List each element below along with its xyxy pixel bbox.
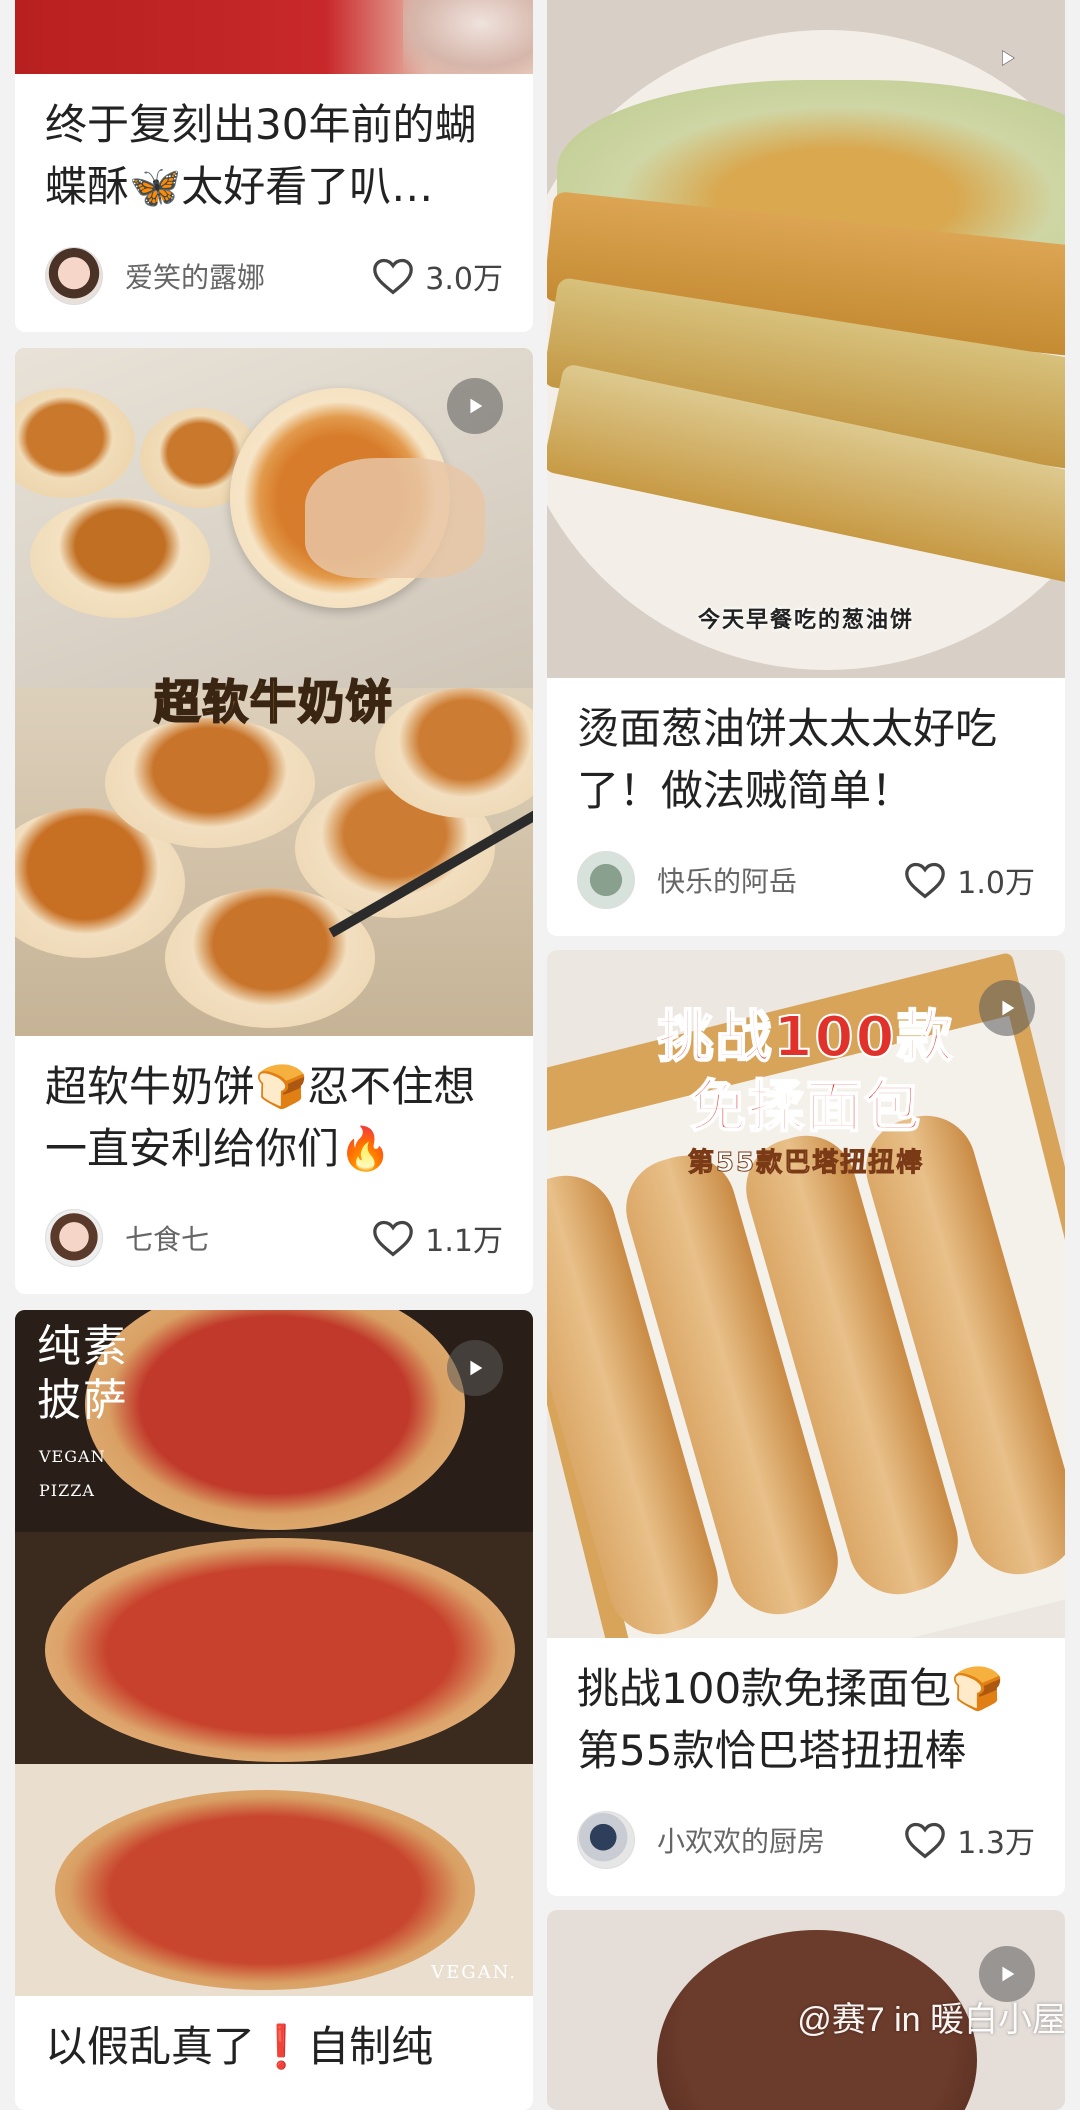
- cover-photo-detail: [403, 0, 533, 74]
- cover-subcaption: 第55款巴塔扭扭棒: [687, 1148, 925, 1179]
- like-count: 3.0万: [425, 262, 503, 297]
- bun-shape: [30, 498, 210, 618]
- play-button[interactable]: [447, 378, 503, 434]
- note-card[interactable]: 挑战100款 免揉面包 第55款巴塔扭扭棒 挑战100款免揉面包🍞第55款恰巴塔…: [547, 950, 1065, 1896]
- note-cover-image[interactable]: [15, 0, 533, 74]
- like-count: 1.3万: [957, 1826, 1035, 1861]
- note-card[interactable]: 超软牛奶饼 超软牛奶饼🍞忍不住想一直安利给你们🔥 七食七 1.1万: [15, 348, 533, 1294]
- like-button[interactable]: 3.0万: [371, 254, 503, 298]
- note-meta: 快乐的阿岳 1.0万: [577, 851, 1035, 909]
- play-button[interactable]: [979, 30, 1035, 86]
- author-name[interactable]: 小欢欢的厨房: [657, 1820, 903, 1860]
- note-meta: 小欢欢的厨房 1.3万: [577, 1811, 1035, 1869]
- avatar[interactable]: [45, 247, 103, 305]
- note-cover-image[interactable]: 纯素 披萨 VEGAN PIZZA VEGAN.: [15, 1310, 533, 1996]
- heart-outline-icon: [373, 1220, 414, 1257]
- avatar[interactable]: [577, 851, 635, 909]
- cover-caption: 超软牛奶饼: [153, 674, 394, 730]
- play-button[interactable]: [979, 980, 1035, 1036]
- play-icon: [470, 398, 483, 414]
- play-button[interactable]: [447, 1340, 503, 1396]
- like-button[interactable]: 1.1万: [371, 1216, 503, 1260]
- author-name[interactable]: 七食七: [125, 1218, 371, 1258]
- heart-outline-icon: [905, 862, 946, 899]
- pizza-shape: [55, 1790, 475, 1990]
- pizza-shape: [45, 1538, 515, 1762]
- avatar[interactable]: [45, 1209, 103, 1267]
- note-title[interactable]: 超软牛奶饼🍞忍不住想一直安利给你们🔥: [15, 1036, 533, 1180]
- note-card[interactable]: 终于复刻出30年前的蝴蝶酥🦋太好看了叭… 爱笑的露娜 3.0万: [15, 0, 533, 332]
- cover-caption: 纯素 披萨: [37, 1321, 129, 1426]
- cover-caption: 今天早餐吃的葱油饼: [697, 608, 914, 633]
- note-cover-image[interactable]: 今天早餐吃的葱油饼: [547, 0, 1065, 678]
- note-card[interactable]: 今天早餐吃的葱油饼 烫面葱油饼太太太好吃了！做法贼简单！ 快乐的阿岳 1.0万: [547, 0, 1065, 936]
- play-icon: [1002, 50, 1015, 66]
- note-title[interactable]: 以假乱真了❗自制纯: [15, 1996, 533, 2078]
- watermark: @赛7 in 暖白小屋: [797, 2001, 1066, 2039]
- heart-outline-icon: [373, 258, 414, 295]
- note-title[interactable]: 烫面葱油饼太太太好吃了！做法贼简单！: [547, 678, 1065, 822]
- like-button[interactable]: 1.0万: [903, 858, 1035, 902]
- note-cover-image[interactable]: 超软牛奶饼: [15, 348, 533, 1036]
- like-count: 1.1万: [425, 1224, 503, 1259]
- play-icon: [1002, 1000, 1015, 1016]
- heart-outline-icon: [905, 1822, 946, 1859]
- like-count: 1.0万: [957, 866, 1035, 901]
- bun-shape: [165, 888, 375, 1028]
- play-icon: [470, 1360, 483, 1376]
- cover-subcaption: VEGAN PIZZA: [39, 1447, 106, 1500]
- bun-shape: [105, 718, 315, 848]
- cover-subcaption: VEGAN.: [431, 1962, 517, 1983]
- hand-shape: [305, 458, 485, 578]
- play-icon: [1002, 1966, 1015, 1982]
- cover-caption: 免揉面包: [689, 1074, 922, 1141]
- note-meta: 七食七 1.1万: [45, 1209, 503, 1267]
- note-meta: 爱笑的露娜 3.0万: [45, 247, 503, 305]
- note-title[interactable]: 终于复刻出30年前的蝴蝶酥🦋太好看了叭…: [15, 74, 533, 218]
- author-name[interactable]: 爱笑的露娜: [125, 256, 371, 296]
- note-title[interactable]: 挑战100款免揉面包🍞第55款恰巴塔扭扭棒: [547, 1638, 1065, 1782]
- avatar[interactable]: [577, 1811, 635, 1869]
- note-card[interactable]: 纯素 披萨 VEGAN PIZZA VEGAN. 以假乱真了❗自制纯: [15, 1310, 533, 2110]
- like-button[interactable]: 1.3万: [903, 1818, 1035, 1862]
- author-name[interactable]: 快乐的阿岳: [657, 860, 903, 900]
- note-cover-image[interactable]: 挑战100款 免揉面包 第55款巴塔扭扭棒: [547, 950, 1065, 1638]
